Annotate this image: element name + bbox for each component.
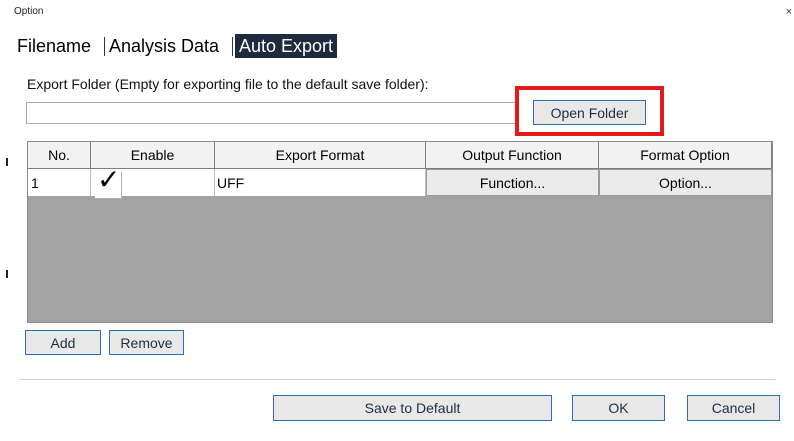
- enable-cell: ✓: [91, 166, 215, 199]
- left-edge-mark: [6, 270, 8, 278]
- window-title: Option: [14, 6, 44, 17]
- remove-button[interactable]: Remove: [109, 330, 184, 355]
- row-number: 1: [28, 169, 91, 196]
- option-button[interactable]: Option...: [599, 169, 772, 196]
- tab-separator: [232, 37, 233, 56]
- column-header-format-option: Format Option: [599, 142, 772, 169]
- tab-filename[interactable]: Filename: [17, 34, 91, 58]
- export-folder-input[interactable]: [26, 102, 517, 124]
- add-button[interactable]: Add: [25, 330, 101, 355]
- enable-checkbox[interactable]: ✓: [95, 166, 122, 199]
- function-button[interactable]: Function...: [426, 169, 599, 196]
- column-header-no: No.: [28, 142, 91, 169]
- footer-divider: [20, 379, 775, 380]
- ok-button[interactable]: OK: [572, 395, 665, 421]
- close-icon[interactable]: ×: [786, 6, 792, 18]
- export-table: No. Enable Export Format Output Function…: [27, 141, 773, 323]
- tab-auto-export[interactable]: Auto Export: [235, 34, 338, 58]
- column-header-export-format: Export Format: [215, 142, 426, 169]
- save-to-default-button[interactable]: Save to Default: [273, 395, 552, 421]
- cancel-button[interactable]: Cancel: [687, 395, 780, 421]
- export-folder-label: Export Folder (Empty for exporting file …: [27, 76, 429, 92]
- tab-analysis-data[interactable]: Analysis Data: [109, 34, 219, 58]
- left-edge-mark: [6, 158, 8, 166]
- open-folder-button[interactable]: Open Folder: [533, 100, 646, 125]
- checkmark-icon: ✓: [97, 164, 121, 195]
- tab-separator: [104, 37, 105, 56]
- column-header-output-function: Output Function: [426, 142, 599, 169]
- export-format-cell[interactable]: UFF: [215, 169, 426, 196]
